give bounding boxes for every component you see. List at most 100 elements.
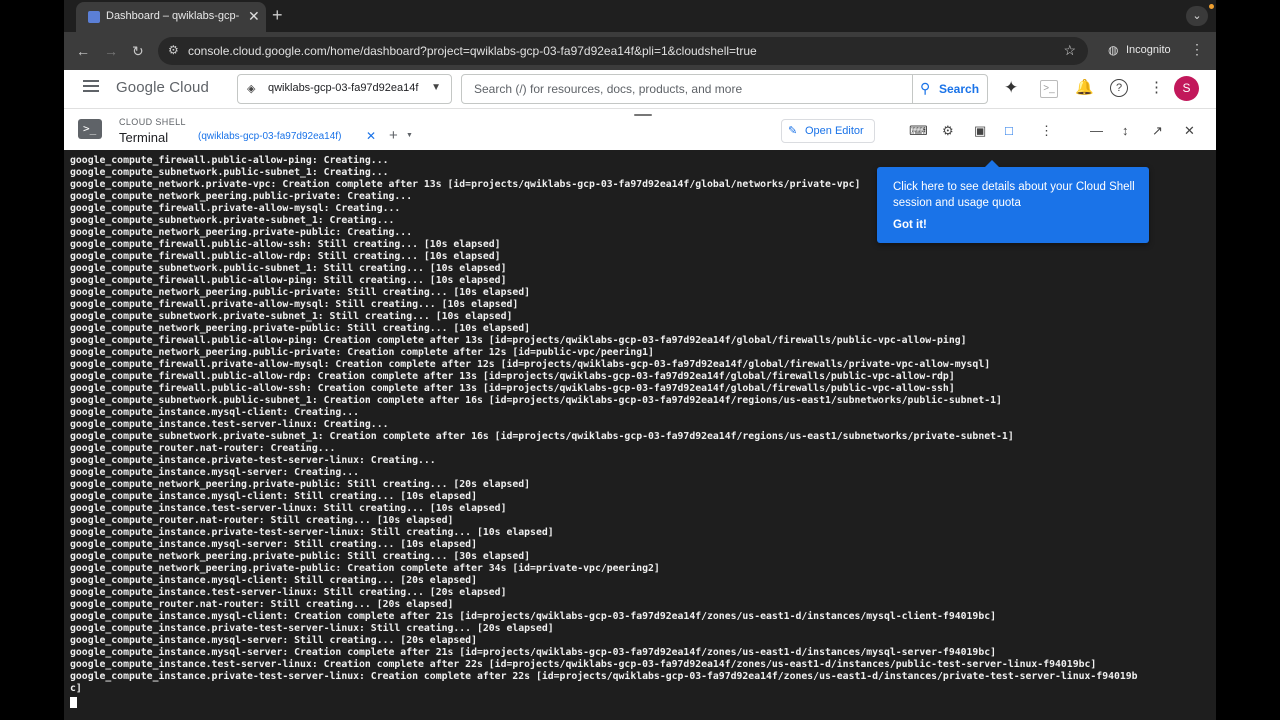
got-it-button[interactable]: Got it! xyxy=(893,219,927,231)
gcp-header: Google Cloud ◈ qwiklabs-gcp-03-fa97d92ea… xyxy=(64,70,1216,108)
url-text[interactable]: console.cloud.google.com/home/dashboard?… xyxy=(188,44,757,58)
more-options-icon[interactable]: ⋮ xyxy=(1149,79,1164,97)
dropdown-caret-icon: ▼ xyxy=(431,82,441,93)
incognito-indicator[interactable]: ◍ Incognito xyxy=(1100,38,1192,64)
open-in-new-window-icon[interactable]: ↗ xyxy=(1152,123,1163,139)
terminal-line: google_compute_firewall.public-allow-ssh… xyxy=(70,383,955,394)
reload-icon[interactable]: ↻ xyxy=(132,42,144,60)
hamburger-menu-icon[interactable] xyxy=(83,80,99,92)
terminal-line: google_compute_instance.private-test-ser… xyxy=(70,527,554,538)
terminal-line: google_compute_subnetwork.private-subnet… xyxy=(70,431,1014,442)
google-cloud-logo[interactable]: Google Cloud xyxy=(116,79,209,96)
terminal-line: google_compute_instance.mysql-client: Cr… xyxy=(70,611,997,622)
terminal-line: google_compute_instance.mysql-client: St… xyxy=(70,575,477,586)
terminal-line: google_compute_firewall.public-allow-rdp… xyxy=(70,251,501,262)
terminal-line: google_compute_firewall.public-allow-pin… xyxy=(70,155,389,166)
terminal-line: google_compute_network_peering.public-pr… xyxy=(70,287,531,298)
terminal-line: google_compute_instance.test-server-linu… xyxy=(70,503,507,514)
terminal-line: google_compute_network_peering.private-p… xyxy=(70,551,531,562)
close-shell-icon[interactable]: ✕ xyxy=(1184,123,1195,139)
restore-icon[interactable]: ↕ xyxy=(1122,123,1129,139)
incognito-label: Incognito xyxy=(1126,44,1171,56)
notifications-bell-icon[interactable]: 🔔 xyxy=(1075,79,1094,97)
terminal-line: google_compute_router.nat-router: Creati… xyxy=(70,443,336,454)
browser-window: Dashboard – qwiklabs-gcp- ✕ + ⌄ ← → ↻ ⚙ … xyxy=(64,0,1216,720)
open-editor-button[interactable]: ✎ Open Editor xyxy=(781,119,875,143)
terminal-line: google_compute_instance.mysql-server: St… xyxy=(70,539,477,550)
terminal-line: google_compute_subnetwork.public-subnet_… xyxy=(70,395,1002,406)
tab-strip: Dashboard – qwiklabs-gcp- ✕ + ⌄ xyxy=(64,0,1216,32)
terminal-line: google_compute_network_peering.private-p… xyxy=(70,479,531,490)
session-info-icon[interactable]: □ xyxy=(1005,123,1013,139)
search-input[interactable]: Search (/) for resources, docs, products… xyxy=(461,74,915,104)
terminal-line: google_compute_network_peering.private-p… xyxy=(70,323,531,334)
address-bar[interactable]: ⚙ console.cloud.google.com/home/dashboar… xyxy=(158,37,1088,65)
cloud-shell-logo-icon: >_ xyxy=(78,119,102,139)
gemini-sparkle-icon[interactable]: ✦ xyxy=(1004,79,1018,97)
avatar[interactable]: S xyxy=(1174,76,1199,101)
terminal-line: google_compute_firewall.public-allow-pin… xyxy=(70,275,507,286)
close-tab-icon[interactable]: ✕ xyxy=(248,8,260,24)
new-tab-button[interactable]: + xyxy=(272,5,283,25)
settings-gear-icon[interactable]: ⚙ xyxy=(942,123,954,139)
tooltip-text: Click here to see details about your Clo… xyxy=(893,181,1135,209)
terminal-line: google_compute_instance.mysql-client: Cr… xyxy=(70,407,360,418)
terminal-tab[interactable]: (qwiklabs-gcp-03-fa97d92ea14f) ✕ xyxy=(194,122,384,153)
browser-toolbar: ← → ↻ ⚙ console.cloud.google.com/home/da… xyxy=(64,32,1216,70)
terminal-line: c] xyxy=(70,683,82,694)
notification-dot xyxy=(1209,4,1214,9)
terminal-tab-label: (qwiklabs-gcp-03-fa97d92ea14f) xyxy=(198,131,342,142)
back-arrow-icon[interactable]: ← xyxy=(76,42,90,60)
session-info-tooltip: Click here to see details about your Clo… xyxy=(877,160,1149,243)
web-preview-icon[interactable]: ▣ xyxy=(974,123,986,139)
cloud-shell-title: Terminal xyxy=(119,130,169,145)
incognito-icon: ◍ xyxy=(1108,43,1119,57)
terminal-line: google_compute_router.nat-router: Still … xyxy=(70,599,454,610)
terminal-line: google_compute_subnetwork.private-subnet… xyxy=(70,311,513,322)
keyboard-icon[interactable]: ⌨ xyxy=(909,123,928,139)
shell-more-icon[interactable]: ⋮ xyxy=(1040,123,1053,139)
add-tab-dropdown-icon[interactable]: ▼ xyxy=(406,132,413,139)
terminal-cursor xyxy=(70,697,77,708)
terminal-line: google_compute_firewall.private-allow-my… xyxy=(70,299,519,310)
resize-handle[interactable] xyxy=(634,114,652,116)
help-icon[interactable]: ? xyxy=(1110,79,1128,97)
project-selector[interactable]: ◈ qwiklabs-gcp-03-fa97d92ea14f ▼ xyxy=(237,74,452,104)
terminal-line: google_compute_instance.mysql-server: Cr… xyxy=(70,467,360,478)
forward-arrow-icon[interactable]: → xyxy=(104,42,118,60)
search-placeholder: Search (/) for resources, docs, products… xyxy=(474,82,743,96)
site-info-icon[interactable]: ⚙ xyxy=(168,43,179,57)
cloud-shell-activate-icon[interactable]: >_ xyxy=(1040,80,1058,98)
search-button-label: Search xyxy=(939,82,980,96)
tab-search-chevron-icon[interactable]: ⌄ xyxy=(1186,6,1208,26)
terminal-line: google_compute_instance.test-server-linu… xyxy=(70,587,507,598)
browser-tab[interactable]: Dashboard – qwiklabs-gcp- ✕ xyxy=(76,2,266,32)
tab-title: Dashboard – qwiklabs-gcp- xyxy=(106,10,240,22)
project-hierarchy-icon: ◈ xyxy=(247,83,256,95)
terminal-line: google_compute_instance.mysql-server: St… xyxy=(70,635,477,646)
open-editor-label: Open Editor xyxy=(805,125,864,137)
terminal-line: google_compute_firewall.public-allow-pin… xyxy=(70,335,967,346)
tooltip-arrow xyxy=(985,160,999,167)
project-name: qwiklabs-gcp-03-fa97d92ea14f xyxy=(268,82,419,94)
cloud-favicon-icon xyxy=(88,11,100,23)
search-icon: ⚲ xyxy=(920,80,931,96)
terminal-line: google_compute_instance.private-test-ser… xyxy=(70,455,436,466)
terminal-line: google_compute_network_peering.private-p… xyxy=(70,563,660,574)
terminal-line: google_compute_firewall.public-allow-rdp… xyxy=(70,371,955,382)
terminal-line: google_compute_instance.mysql-client: St… xyxy=(70,491,477,502)
pencil-icon: ✎ xyxy=(788,125,798,137)
add-terminal-tab-icon[interactable]: + xyxy=(389,128,398,143)
minimize-icon[interactable]: — xyxy=(1090,123,1103,139)
terminal-line: google_compute_instance.private-test-ser… xyxy=(70,671,1138,682)
terminal-line: google_compute_instance.private-test-ser… xyxy=(70,623,554,634)
browser-menu-icon[interactable]: ⋮ xyxy=(1190,41,1204,58)
search-button[interactable]: ⚲ Search xyxy=(912,74,988,104)
cloud-shell-bar: >_ CLOUD SHELL Terminal (qwiklabs-gcp-03… xyxy=(64,108,1216,153)
close-terminal-tab-icon[interactable]: ✕ xyxy=(366,129,376,143)
terminal-line: google_compute_subnetwork.public-subnet_… xyxy=(70,263,507,274)
cloud-shell-subtitle: CLOUD SHELL xyxy=(119,117,186,127)
terminal-line: google_compute_network_peering.public-pr… xyxy=(70,347,654,358)
bookmark-star-icon[interactable]: ☆ xyxy=(1063,42,1076,59)
terminal-line: google_compute_instance.test-server-linu… xyxy=(70,659,1097,670)
